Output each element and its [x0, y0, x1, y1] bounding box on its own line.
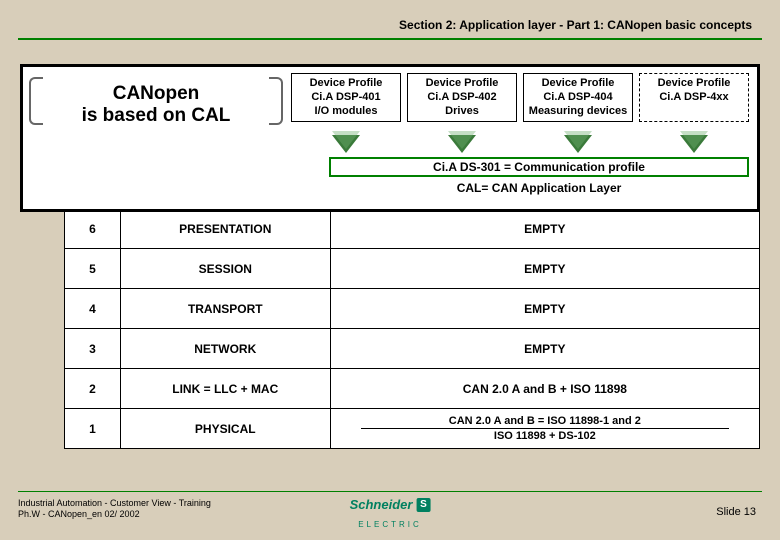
down-arrows: [23, 129, 757, 153]
down-arrow-icon: [680, 135, 708, 153]
layer-desc: EMPTY: [330, 329, 759, 369]
table-row: 4 TRANSPORT EMPTY: [65, 289, 760, 329]
table-row: 6 PRESENTATION EMPTY: [65, 209, 760, 249]
bracket-right-icon: [269, 77, 283, 125]
cal-bar: CAL= CAN Application Layer: [329, 180, 749, 196]
layer-name: TRANSPORT: [120, 289, 330, 329]
communication-profile-bar: Ci.A DS-301 = Communication profile: [329, 157, 749, 177]
layer-name: PRESENTATION: [120, 209, 330, 249]
layer-number: 5: [65, 249, 121, 289]
layer-number: 2: [65, 369, 121, 409]
layer-number: 1: [65, 409, 121, 449]
device-profiles: Device Profile Ci.A DSP-401 I/O modules …: [291, 73, 749, 122]
application-details-box: CANopen is based on CAL Device Profile C…: [20, 64, 760, 212]
footer-text: Industrial Automation - Customer View - …: [18, 498, 211, 520]
layer-number: 3: [65, 329, 121, 369]
device-profile-generic: Device Profile Ci.A DSP-4xx: [639, 73, 749, 122]
title-line1: CANopen: [113, 83, 200, 104]
layer-number: 4: [65, 289, 121, 329]
title-line2: is based on CAL: [82, 105, 231, 126]
device-profile: Device Profile Ci.A DSP-404 Measuring de…: [523, 73, 633, 122]
schneider-logo: SchneiderS ELECTRIC: [350, 496, 431, 532]
layer-desc: CAN 2.0 A and B + ISO 11898: [330, 369, 759, 409]
physical-line2: ISO 11898 + DS-102: [361, 428, 729, 443]
layer-name: NETWORK: [120, 329, 330, 369]
layer-number: 6: [65, 209, 121, 249]
down-arrow-icon: [332, 135, 360, 153]
layer-desc: EMPTY: [330, 289, 759, 329]
header-rule: [18, 38, 762, 40]
table-row: 1 PHYSICAL CAN 2.0 A and B = ISO 11898-1…: [65, 409, 760, 449]
logo-square-icon: S: [416, 498, 430, 512]
layer-desc: EMPTY: [330, 209, 759, 249]
table-row: 2 LINK = LLC + MAC CAN 2.0 A and B + ISO…: [65, 369, 760, 409]
table-row: 3 NETWORK EMPTY: [65, 329, 760, 369]
physical-line1: CAN 2.0 A and B = ISO 11898-1 and 2: [331, 414, 759, 428]
slide-number: Slide 13: [716, 506, 756, 518]
layer-desc: CAN 2.0 A and B = ISO 11898-1 and 2 ISO …: [330, 409, 759, 449]
device-profile: Device Profile Ci.A DSP-402 Drives: [407, 73, 517, 122]
table-row: 5 SESSION EMPTY: [65, 249, 760, 289]
device-profile: Device Profile Ci.A DSP-401 I/O modules: [291, 73, 401, 122]
down-arrow-icon: [564, 135, 592, 153]
bracket-left-icon: [29, 77, 43, 125]
layer-name: LINK = LLC + MAC: [120, 369, 330, 409]
down-arrow-icon: [448, 135, 476, 153]
section-title: Section 2: Application layer - Part 1: C…: [0, 0, 780, 38]
footer-rule: [18, 491, 762, 493]
layer-name: SESSION: [120, 249, 330, 289]
layer-name: PHYSICAL: [120, 409, 330, 449]
canopen-title: CANopen is based on CAL: [31, 73, 281, 129]
layer-desc: EMPTY: [330, 249, 759, 289]
